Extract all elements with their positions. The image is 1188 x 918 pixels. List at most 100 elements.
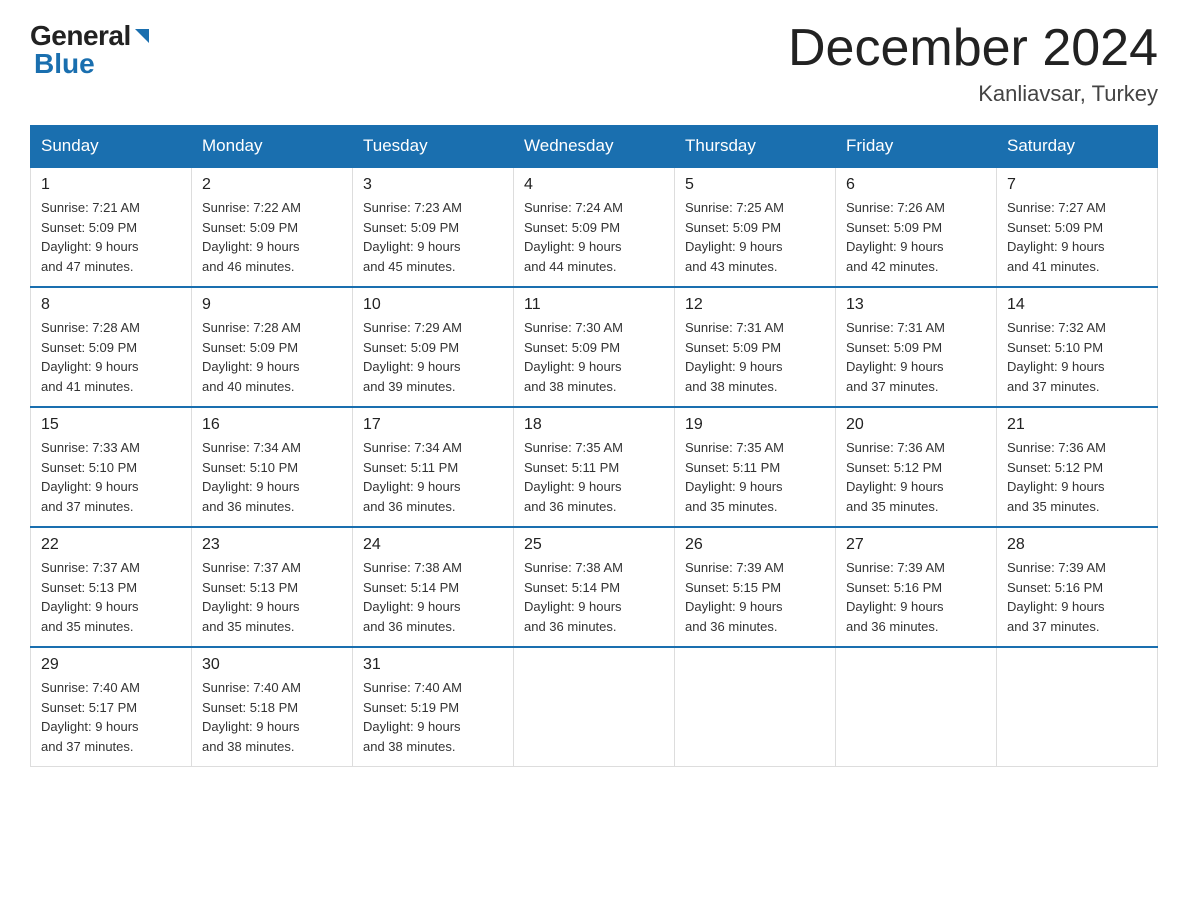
calendar-day-cell: 5Sunrise: 7:25 AMSunset: 5:09 PMDaylight… [675, 167, 836, 287]
day-info: Sunrise: 7:38 AMSunset: 5:14 PMDaylight:… [363, 558, 503, 636]
calendar-empty-cell [514, 647, 675, 767]
day-info: Sunrise: 7:37 AMSunset: 5:13 PMDaylight:… [202, 558, 342, 636]
calendar-day-cell: 3 Sunrise: 7:23 AMSunset: 5:09 PMDaylight… [353, 167, 514, 287]
day-number: 27 [846, 536, 986, 554]
calendar-week-row: 22 Sunrise: 7:37 AMSunset: 5:13 PMDayligh… [31, 527, 1158, 647]
day-number: 26 [685, 536, 825, 554]
calendar-day-cell: 27 Sunrise: 7:39 AMSunset: 5:16 PMDayligh… [836, 527, 997, 647]
calendar-day-cell: 10 Sunrise: 7:29 AMSunset: 5:09 PMDayligh… [353, 287, 514, 407]
calendar-day-cell: 24Sunrise: 7:38 AMSunset: 5:14 PMDayligh… [353, 527, 514, 647]
day-info: Sunrise: 7:28 AMSunset: 5:09 PMDaylight:… [202, 318, 342, 396]
day-info: Sunrise: 7:26 AMSunset: 5:09 PMDaylight:… [846, 198, 986, 276]
weekday-header-friday: Friday [836, 126, 997, 168]
day-info: Sunrise: 7:21 AMSunset: 5:09 PMDaylight:… [41, 198, 181, 276]
day-number: 31 [363, 656, 503, 674]
calendar-day-cell: 19 Sunrise: 7:35 AMSunset: 5:11 PMDayligh… [675, 407, 836, 527]
calendar-day-cell: 1 Sunrise: 7:21 AMSunset: 5:09 PMDaylight… [31, 167, 192, 287]
page-header: General Blue December 2024 Kanliavsar, T… [30, 20, 1158, 107]
day-number: 19 [685, 416, 825, 434]
calendar-week-row: 1 Sunrise: 7:21 AMSunset: 5:09 PMDaylight… [31, 167, 1158, 287]
calendar-empty-cell [675, 647, 836, 767]
calendar-day-cell: 6 Sunrise: 7:26 AMSunset: 5:09 PMDaylight… [836, 167, 997, 287]
weekday-header-tuesday: Tuesday [353, 126, 514, 168]
weekday-header-monday: Monday [192, 126, 353, 168]
calendar-week-row: 29 Sunrise: 7:40 AMSunset: 5:17 PMDayligh… [31, 647, 1158, 767]
day-info: Sunrise: 7:33 AMSunset: 5:10 PMDaylight:… [41, 438, 181, 516]
calendar-day-cell: 21Sunrise: 7:36 AMSunset: 5:12 PMDayligh… [997, 407, 1158, 527]
day-info: Sunrise: 7:35 AMSunset: 5:11 PMDaylight:… [685, 438, 825, 516]
logo-blue-text: Blue [34, 48, 95, 80]
day-info: Sunrise: 7:23 AMSunset: 5:09 PMDaylight:… [363, 198, 503, 276]
calendar-day-cell: 14 Sunrise: 7:32 AMSunset: 5:10 PMDayligh… [997, 287, 1158, 407]
calendar-table: SundayMondayTuesdayWednesdayThursdayFrid… [30, 125, 1158, 767]
calendar-day-cell: 22 Sunrise: 7:37 AMSunset: 5:13 PMDayligh… [31, 527, 192, 647]
day-info: Sunrise: 7:37 AMSunset: 5:13 PMDaylight:… [41, 558, 181, 636]
weekday-header-wednesday: Wednesday [514, 126, 675, 168]
day-number: 10 [363, 296, 503, 314]
day-number: 6 [846, 176, 986, 194]
day-info: Sunrise: 7:31 AMSunset: 5:09 PMDaylight:… [685, 318, 825, 396]
day-info: Sunrise: 7:31 AMSunset: 5:09 PMDaylight:… [846, 318, 986, 396]
day-info: Sunrise: 7:25 AMSunset: 5:09 PMDaylight:… [685, 198, 825, 276]
calendar-day-cell: 13 Sunrise: 7:31 AMSunset: 5:09 PMDayligh… [836, 287, 997, 407]
day-number: 20 [846, 416, 986, 434]
calendar-day-cell: 9 Sunrise: 7:28 AMSunset: 5:09 PMDaylight… [192, 287, 353, 407]
calendar-header-row: SundayMondayTuesdayWednesdayThursdayFrid… [31, 126, 1158, 168]
day-info: Sunrise: 7:39 AMSunset: 5:15 PMDaylight:… [685, 558, 825, 636]
calendar-empty-cell [836, 647, 997, 767]
day-number: 28 [1007, 536, 1147, 554]
calendar-day-cell: 7 Sunrise: 7:27 AMSunset: 5:09 PMDaylight… [997, 167, 1158, 287]
weekday-header-thursday: Thursday [675, 126, 836, 168]
day-number: 4 [524, 176, 664, 194]
calendar-day-cell: 12 Sunrise: 7:31 AMSunset: 5:09 PMDayligh… [675, 287, 836, 407]
calendar-day-cell: 18 Sunrise: 7:35 AMSunset: 5:11 PMDayligh… [514, 407, 675, 527]
day-number: 9 [202, 296, 342, 314]
day-info: Sunrise: 7:39 AMSunset: 5:16 PMDaylight:… [846, 558, 986, 636]
calendar-week-row: 8 Sunrise: 7:28 AMSunset: 5:09 PMDaylight… [31, 287, 1158, 407]
calendar-week-row: 15Sunrise: 7:33 AMSunset: 5:10 PMDayligh… [31, 407, 1158, 527]
month-title: December 2024 [788, 20, 1158, 77]
day-info: Sunrise: 7:22 AMSunset: 5:09 PMDaylight:… [202, 198, 342, 276]
day-info: Sunrise: 7:40 AMSunset: 5:19 PMDaylight:… [363, 678, 503, 756]
day-number: 1 [41, 176, 181, 194]
day-info: Sunrise: 7:35 AMSunset: 5:11 PMDaylight:… [524, 438, 664, 516]
day-info: Sunrise: 7:32 AMSunset: 5:10 PMDaylight:… [1007, 318, 1147, 396]
calendar-day-cell: 26 Sunrise: 7:39 AMSunset: 5:15 PMDayligh… [675, 527, 836, 647]
day-number: 13 [846, 296, 986, 314]
calendar-day-cell: 11 Sunrise: 7:30 AMSunset: 5:09 PMDayligh… [514, 287, 675, 407]
day-number: 2 [202, 176, 342, 194]
weekday-header-saturday: Saturday [997, 126, 1158, 168]
calendar-day-cell: 16 Sunrise: 7:34 AMSunset: 5:10 PMDayligh… [192, 407, 353, 527]
calendar-day-cell: 2 Sunrise: 7:22 AMSunset: 5:09 PMDaylight… [192, 167, 353, 287]
day-number: 7 [1007, 176, 1147, 194]
calendar-day-cell: 25Sunrise: 7:38 AMSunset: 5:14 PMDayligh… [514, 527, 675, 647]
day-number: 16 [202, 416, 342, 434]
day-number: 14 [1007, 296, 1147, 314]
day-info: Sunrise: 7:34 AMSunset: 5:11 PMDaylight:… [363, 438, 503, 516]
calendar-empty-cell [997, 647, 1158, 767]
calendar-day-cell: 4Sunrise: 7:24 AMSunset: 5:09 PMDaylight… [514, 167, 675, 287]
calendar-day-cell: 17Sunrise: 7:34 AMSunset: 5:11 PMDayligh… [353, 407, 514, 527]
day-info: Sunrise: 7:38 AMSunset: 5:14 PMDaylight:… [524, 558, 664, 636]
day-number: 21 [1007, 416, 1147, 434]
day-number: 18 [524, 416, 664, 434]
location-title: Kanliavsar, Turkey [788, 81, 1158, 107]
day-info: Sunrise: 7:30 AMSunset: 5:09 PMDaylight:… [524, 318, 664, 396]
day-number: 23 [202, 536, 342, 554]
day-info: Sunrise: 7:36 AMSunset: 5:12 PMDaylight:… [846, 438, 986, 516]
day-number: 30 [202, 656, 342, 674]
day-info: Sunrise: 7:29 AMSunset: 5:09 PMDaylight:… [363, 318, 503, 396]
calendar-day-cell: 8Sunrise: 7:28 AMSunset: 5:09 PMDaylight… [31, 287, 192, 407]
day-number: 22 [41, 536, 181, 554]
day-number: 29 [41, 656, 181, 674]
day-number: 12 [685, 296, 825, 314]
day-number: 3 [363, 176, 503, 194]
day-info: Sunrise: 7:34 AMSunset: 5:10 PMDaylight:… [202, 438, 342, 516]
day-number: 8 [41, 296, 181, 314]
weekday-header-sunday: Sunday [31, 126, 192, 168]
calendar-day-cell: 20 Sunrise: 7:36 AMSunset: 5:12 PMDayligh… [836, 407, 997, 527]
day-info: Sunrise: 7:40 AMSunset: 5:17 PMDaylight:… [41, 678, 181, 756]
calendar-day-cell: 15Sunrise: 7:33 AMSunset: 5:10 PMDayligh… [31, 407, 192, 527]
day-number: 11 [524, 296, 664, 314]
day-info: Sunrise: 7:27 AMSunset: 5:09 PMDaylight:… [1007, 198, 1147, 276]
